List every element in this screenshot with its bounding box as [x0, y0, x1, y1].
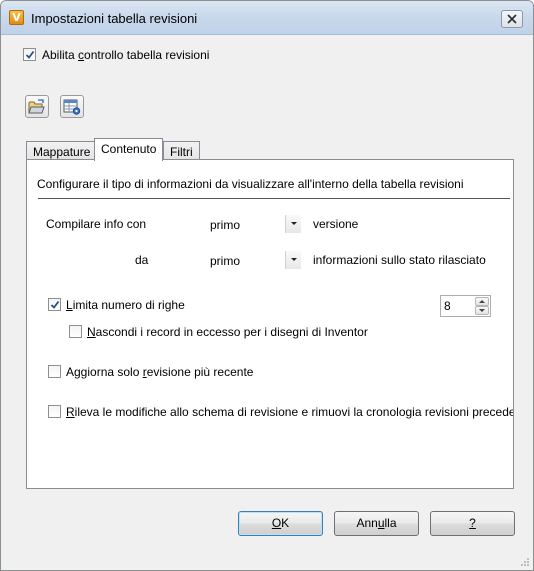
separator	[38, 198, 510, 199]
compile-info-label: Compilare info con	[46, 217, 147, 231]
from-select[interactable]: primo	[206, 250, 302, 270]
cancel-button[interactable]: Annulla	[334, 511, 419, 536]
tab-mappature[interactable]: Mappature	[26, 141, 98, 161]
compile-info-select[interactable]: primo	[206, 214, 302, 234]
open-file-button[interactable]	[25, 95, 49, 118]
title-bar[interactable]: V Impostazioni tabella revisioni	[1, 1, 533, 35]
enable-revision-table-checkbox[interactable]	[23, 48, 36, 61]
from-label: da	[135, 253, 149, 267]
from-value: primo	[210, 254, 241, 268]
limit-rows-label[interactable]: Limita numero di righe	[66, 298, 185, 312]
content-description: Configurare il tipo di informazioni da v…	[37, 177, 464, 191]
ok-button[interactable]: OK	[238, 511, 323, 536]
app-logo-icon: V	[9, 10, 24, 25]
hide-excess-records-label[interactable]: Nascondi i record in eccesso per i diseg…	[87, 325, 368, 339]
content-tab-panel: Configurare il tipo di informazioni da v…	[26, 159, 514, 489]
table-settings-button[interactable]	[60, 95, 84, 118]
close-icon	[507, 14, 517, 24]
help-button[interactable]: ?	[430, 511, 515, 536]
open-folder-icon	[28, 98, 45, 113]
hide-excess-records-checkbox[interactable]	[69, 325, 82, 338]
resize-grip-icon[interactable]	[520, 557, 530, 567]
check-mark-icon	[50, 300, 60, 309]
detect-schema-changes-label[interactable]: Rileva le modifiche allo schema di revis…	[66, 405, 513, 419]
window-title: Impostazioni tabella revisioni	[31, 11, 198, 26]
update-latest-revision-label[interactable]: Aggiorna solo revisione più recente	[66, 365, 253, 379]
detect-schema-changes-checkbox[interactable]	[48, 405, 61, 418]
check-mark-icon	[25, 50, 35, 59]
tab-contenuto[interactable]: Contenuto	[94, 138, 164, 161]
close-button[interactable]	[501, 10, 523, 28]
chevron-down-icon[interactable]	[285, 215, 301, 233]
tab-filtri[interactable]: Filtri	[163, 141, 200, 161]
limit-rows-checkbox[interactable]	[48, 298, 61, 311]
spin-down-icon[interactable]	[475, 306, 489, 315]
row-count-spinner[interactable]: 8	[440, 295, 491, 317]
enable-revision-table-label[interactable]: Abilita controllo tabella revisioni	[42, 48, 209, 62]
dialog-window: V Impostazioni tabella revisioni Abilita…	[0, 0, 534, 571]
spin-up-icon[interactable]	[475, 297, 489, 306]
update-latest-revision-checkbox[interactable]	[48, 365, 61, 378]
table-settings-icon	[63, 99, 81, 115]
compile-info-value: primo	[210, 218, 241, 232]
chevron-down-icon[interactable]	[285, 251, 301, 269]
compile-info-suffix: versione	[313, 217, 359, 231]
row-count-value[interactable]: 8	[444, 299, 451, 313]
from-suffix: informazioni sullo stato rilasciato	[313, 253, 486, 267]
